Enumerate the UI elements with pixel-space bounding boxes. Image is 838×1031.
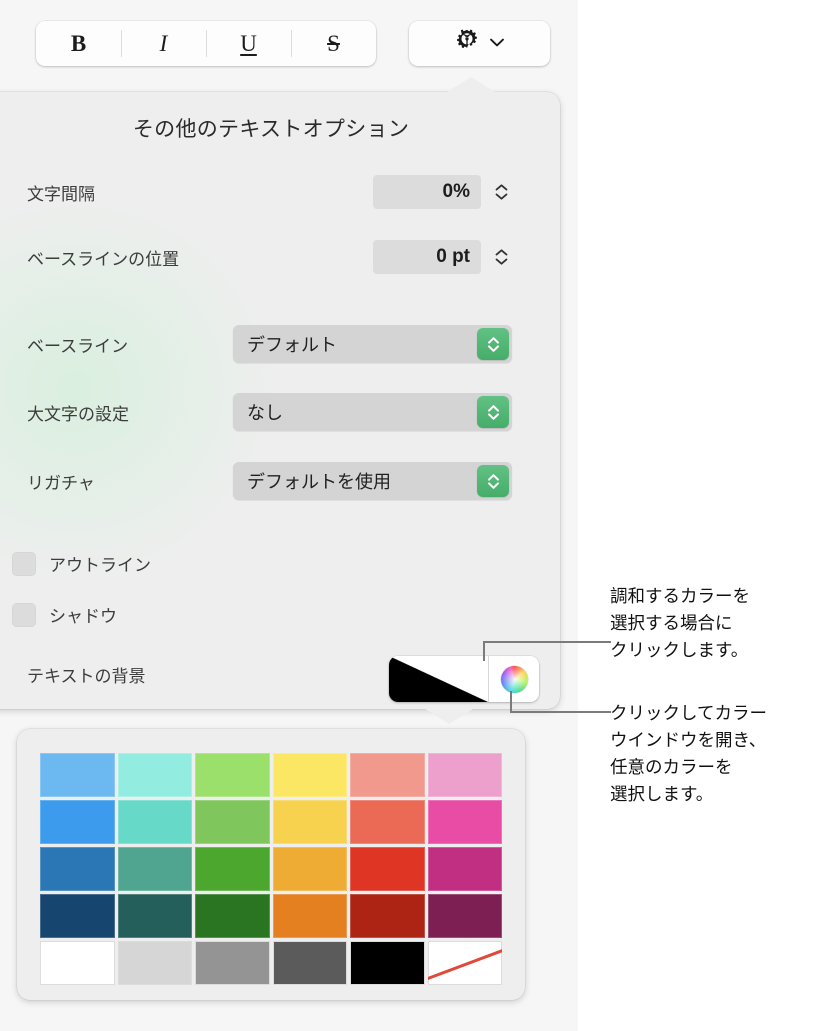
color-swatch-3-5[interactable] [427, 894, 502, 938]
color-swatch-1-3[interactable] [272, 800, 347, 844]
ligature-select-stepper-icon [477, 465, 509, 497]
gear-icon [454, 28, 480, 59]
app-canvas: B I U S その他のテキストオプション 文字間隔 0% ベースラインの位置 … [0, 0, 578, 1031]
ligature-label: リガチャ [27, 473, 95, 493]
font-style-segmented-control: B I U S [36, 21, 376, 66]
color-wheel-icon [500, 665, 528, 693]
color-swatch-4-0[interactable] [40, 941, 115, 985]
color-swatch-1-4[interactable] [350, 800, 425, 844]
character-spacing-stepper[interactable] [490, 175, 512, 209]
character-spacing-label: 文字間隔 [27, 184, 95, 204]
stepper-up-icon [495, 249, 507, 256]
color-palette-popover [17, 729, 525, 1000]
baseline-select[interactable]: デフォルト [233, 325, 512, 363]
color-swatch-1-5[interactable] [427, 800, 502, 844]
shadow-label: シャドウ [49, 607, 117, 626]
color-swatch-4-1[interactable] [117, 941, 192, 985]
color-swatch-0-4[interactable] [350, 753, 425, 797]
color-swatch-2-2[interactable] [195, 847, 270, 891]
stepper-up-icon [495, 184, 507, 191]
color-swatch-none[interactable] [427, 941, 502, 985]
callout-leader-colorwindow-v [510, 691, 512, 713]
color-swatch-0-2[interactable] [195, 753, 270, 797]
capitalization-select[interactable]: なし [233, 393, 512, 431]
color-swatch-grid [40, 753, 502, 985]
italic-button[interactable]: I [121, 21, 206, 66]
bold-button[interactable]: B [36, 21, 121, 66]
baseline-shift-stepper[interactable] [490, 240, 512, 274]
baseline-row: ベースライン デフォルト [0, 324, 560, 364]
color-swatch-2-4[interactable] [350, 847, 425, 891]
character-spacing-input[interactable]: 0% [373, 175, 481, 209]
text-background-color-control [389, 656, 539, 702]
outline-checkbox-row[interactable]: アウトライン [12, 551, 151, 576]
text-background-label: テキストの背景 [27, 666, 146, 686]
color-swatch-0-1[interactable] [117, 753, 192, 797]
callout-text-harmonize: 調和するカラーを 選択する場合に クリックします。 [610, 586, 750, 660]
color-swatch-1-1[interactable] [117, 800, 192, 844]
baseline-select-value: デフォルト [247, 335, 337, 355]
color-swatch-4-3[interactable] [272, 941, 347, 985]
ligature-select-value: デフォルトを使用 [247, 472, 391, 492]
strikethrough-button[interactable]: S [291, 21, 376, 66]
text-options-gear-button[interactable] [409, 21, 550, 66]
shadow-checkbox-row[interactable]: シャドウ [12, 602, 117, 627]
stepper-down-icon [495, 193, 507, 200]
outline-checkbox[interactable] [12, 551, 36, 576]
color-swatch-2-5[interactable] [427, 847, 502, 891]
color-swatch-2-0[interactable] [40, 847, 115, 891]
color-swatch-0-5[interactable] [427, 753, 502, 797]
popover-title: その他のテキストオプション [132, 118, 410, 141]
color-swatch-3-2[interactable] [195, 894, 270, 938]
color-swatch-4-4[interactable] [350, 941, 425, 985]
color-swatch-3-3[interactable] [272, 894, 347, 938]
character-spacing-row: 文字間隔 0% [0, 172, 560, 212]
ligature-select[interactable]: デフォルトを使用 [233, 462, 512, 500]
baseline-shift-input[interactable]: 0 pt [373, 240, 481, 274]
color-swatch-3-4[interactable] [350, 894, 425, 938]
more-text-options-popover: その他のテキストオプション 文字間隔 0% ベースラインの位置 0 pt ベース… [0, 77, 560, 724]
stepper-down-icon [495, 258, 507, 265]
baseline-shift-label: ベースラインの位置 [27, 249, 180, 269]
baseline-label: ベースライン [27, 336, 129, 356]
text-background-swatch-button[interactable] [389, 656, 489, 702]
color-wheel-button[interactable] [488, 656, 539, 702]
capitalization-label: 大文字の設定 [27, 404, 129, 424]
shadow-checkbox[interactable] [12, 602, 36, 627]
outline-label: アウトライン [49, 556, 151, 575]
color-swatch-3-0[interactable] [40, 894, 115, 938]
popover-tail-down [422, 707, 476, 724]
color-swatch-0-3[interactable] [272, 753, 347, 797]
callout-leader-harmonize-v [483, 641, 485, 661]
color-swatch-2-3[interactable] [272, 847, 347, 891]
ligature-row: リガチャ デフォルトを使用 [0, 461, 560, 501]
callout-leader-harmonize-h2 [483, 641, 588, 643]
callout-annotations: 調和するカラーを 選択する場合に クリックします。 クリックしてカラー ウインド… [483, 0, 838, 1031]
color-swatch-3-1[interactable] [117, 894, 192, 938]
capitalization-select-stepper-icon [477, 396, 509, 428]
callout-text-color-window: クリックしてカラー ウインドウを開き、 任意のカラーを 選択します。 [610, 703, 767, 804]
capitalization-select-value: なし [247, 403, 283, 423]
text-format-toolbar: B I U S [0, 0, 578, 88]
color-swatch-0-0[interactable] [40, 753, 115, 797]
callout-leader-colorwindow-h2 [510, 711, 588, 713]
color-swatch-1-0[interactable] [40, 800, 115, 844]
underline-button[interactable]: U [206, 21, 291, 66]
color-swatch-4-2[interactable] [195, 941, 270, 985]
color-swatch-1-2[interactable] [195, 800, 270, 844]
baseline-shift-row: ベースラインの位置 0 pt [0, 237, 560, 277]
baseline-select-stepper-icon [477, 328, 509, 360]
capitalization-row: 大文字の設定 なし [0, 392, 560, 432]
color-swatch-2-1[interactable] [117, 847, 192, 891]
chevron-down-icon [489, 35, 505, 53]
